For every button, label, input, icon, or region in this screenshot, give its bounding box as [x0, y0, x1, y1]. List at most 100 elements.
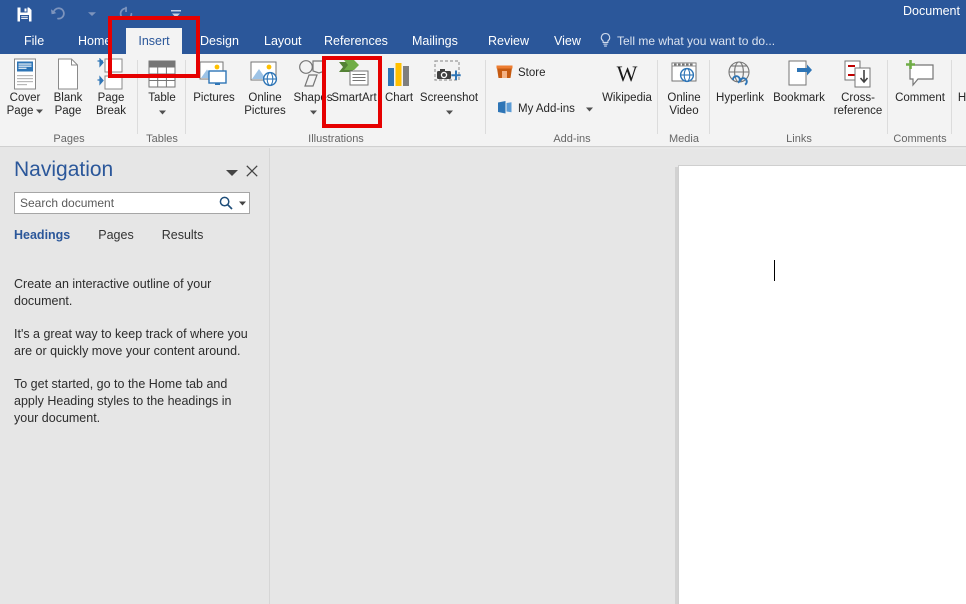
smartart-button[interactable]: SmartArt — [326, 56, 382, 105]
cover-page-label-1: Cover — [9, 92, 41, 104]
nav-help-paragraph: To get started, go to the Home tab and a… — [14, 377, 232, 425]
ribbon-group-media: Online Video Media — [658, 54, 710, 147]
header-label: H — [957, 92, 966, 104]
page-break-button[interactable]: Page Break — [88, 56, 134, 117]
tab-home[interactable]: Home — [68, 28, 121, 54]
table-icon — [146, 56, 178, 92]
undo-icon[interactable] — [48, 4, 68, 24]
table-label: Table — [148, 92, 176, 104]
blank-page-icon — [56, 56, 80, 92]
search-icon[interactable] — [216, 196, 236, 210]
page-break-label-2: Break — [95, 104, 127, 117]
online-pictures-button[interactable]: Online Pictures — [238, 56, 292, 117]
group-label-comments: Comments — [893, 133, 947, 145]
comment-label: Comment — [895, 92, 945, 104]
pictures-label: Pictures — [193, 92, 235, 104]
hyperlink-button[interactable]: Hyperlink — [710, 56, 770, 105]
screenshot-label: Screenshot — [419, 92, 479, 104]
online-pictures-icon — [249, 56, 281, 92]
tab-view[interactable]: View — [544, 28, 591, 54]
online-video-label-2: Video — [669, 104, 699, 117]
chevron-down-icon — [36, 105, 44, 118]
cross-reference-label-1: Cross- — [841, 92, 875, 104]
header-button[interactable]: H — [952, 56, 966, 105]
online-pictures-label-2: Pictures — [244, 104, 286, 117]
nav-tab-headings[interactable]: Headings — [14, 228, 70, 242]
my-addins-icon — [496, 100, 513, 118]
tab-references[interactable]: References — [314, 28, 398, 54]
page-break-icon — [97, 56, 125, 92]
online-video-button[interactable]: Online Video — [658, 56, 710, 117]
svg-text:W: W — [617, 61, 638, 86]
nav-help-paragraph: It's a great way to keep track of where … — [14, 327, 248, 358]
ribbon-group-add-ins: Store My Add-ins W Wikipedia Add-ins — [486, 54, 658, 147]
chevron-down-icon[interactable] — [226, 164, 238, 182]
ribbon-tab-strip: File Home Insert Design Layout Reference… — [0, 28, 966, 54]
cross-reference-label-2: reference — [833, 104, 883, 117]
wikipedia-icon: W — [610, 56, 644, 92]
group-label-add-ins: Add-ins — [553, 133, 591, 145]
wikipedia-label: Wikipedia — [602, 92, 652, 104]
ribbon-group-tables: Table Tables — [138, 54, 186, 147]
blank-page-label-1: Blank — [53, 92, 83, 104]
search-document-field[interactable] — [14, 192, 250, 214]
screenshot-button[interactable]: Screenshot — [414, 56, 484, 118]
my-add-ins-label: My Add-ins — [518, 103, 575, 115]
cover-page-icon — [12, 56, 38, 92]
quick-access-toolbar — [0, 4, 186, 24]
wikipedia-button[interactable]: W Wikipedia — [596, 56, 658, 105]
tab-insert[interactable]: Insert — [126, 28, 182, 54]
close-icon[interactable] — [246, 164, 258, 182]
tab-layout[interactable]: Layout — [254, 28, 312, 54]
pictures-icon — [198, 56, 230, 92]
navigation-help-text: Create an interactive outline of your do… — [14, 276, 258, 443]
comment-button[interactable]: Comment — [888, 56, 952, 105]
group-label-illustrations: Illustrations — [308, 133, 364, 145]
store-button[interactable]: Store — [496, 64, 546, 82]
search-input[interactable] — [15, 196, 216, 210]
blank-page-button[interactable]: Blank Page — [46, 56, 90, 117]
chevron-down-icon — [309, 106, 317, 119]
text-cursor — [774, 260, 775, 281]
ribbon: Cover Page Blank Page Page Break Pages T… — [0, 54, 966, 147]
chevron-down-icon-undo[interactable] — [82, 4, 102, 24]
cover-page-button[interactable]: Cover Page — [2, 56, 48, 117]
ribbon-group-links: Hyperlink Bookmark Cross- reference Link… — [710, 54, 888, 147]
comment-icon — [904, 56, 936, 92]
bookmark-button[interactable]: Bookmark — [768, 56, 830, 105]
bookmark-label: Bookmark — [773, 92, 825, 104]
save-icon[interactable] — [14, 4, 34, 24]
tab-review[interactable]: Review — [478, 28, 539, 54]
cross-reference-icon — [843, 56, 873, 92]
smartart-icon — [338, 56, 370, 92]
pictures-button[interactable]: Pictures — [188, 56, 240, 105]
store-icon — [496, 64, 513, 82]
blank-page-label-2: Page — [54, 104, 82, 117]
group-label-links: Links — [786, 133, 812, 145]
document-page[interactable] — [678, 165, 966, 604]
tell-me-search[interactable]: Tell me what you want to do... — [600, 28, 775, 54]
table-button[interactable]: Table — [138, 56, 186, 118]
tab-mailings[interactable]: Mailings — [402, 28, 468, 54]
ribbon-group-header-footer: H — [952, 54, 966, 147]
nav-tab-results[interactable]: Results — [162, 228, 204, 242]
chevron-down-icon — [158, 106, 166, 119]
document-canvas[interactable] — [270, 148, 966, 604]
chevron-down-icon[interactable] — [236, 201, 249, 206]
redo-icon[interactable] — [116, 4, 136, 24]
nav-tab-pages[interactable]: Pages — [98, 228, 133, 242]
navigation-pane-title: Navigation — [14, 158, 114, 181]
page-break-label-1: Page — [97, 92, 125, 104]
title-bar: Document — [0, 0, 966, 28]
tab-design[interactable]: Design — [190, 28, 249, 54]
lightbulb-icon — [600, 32, 611, 50]
ribbon-group-comments: Comment Comments — [888, 54, 952, 147]
screenshot-icon — [432, 56, 466, 92]
cross-reference-button[interactable]: Cross- reference — [828, 56, 888, 117]
group-label-tables: Tables — [146, 133, 178, 145]
my-add-ins-button[interactable]: My Add-ins — [496, 100, 593, 118]
tab-file[interactable]: File — [14, 28, 54, 54]
shapes-icon — [297, 56, 329, 92]
group-label-pages: Pages — [53, 133, 85, 145]
customize-quick-access-icon[interactable] — [166, 4, 186, 24]
